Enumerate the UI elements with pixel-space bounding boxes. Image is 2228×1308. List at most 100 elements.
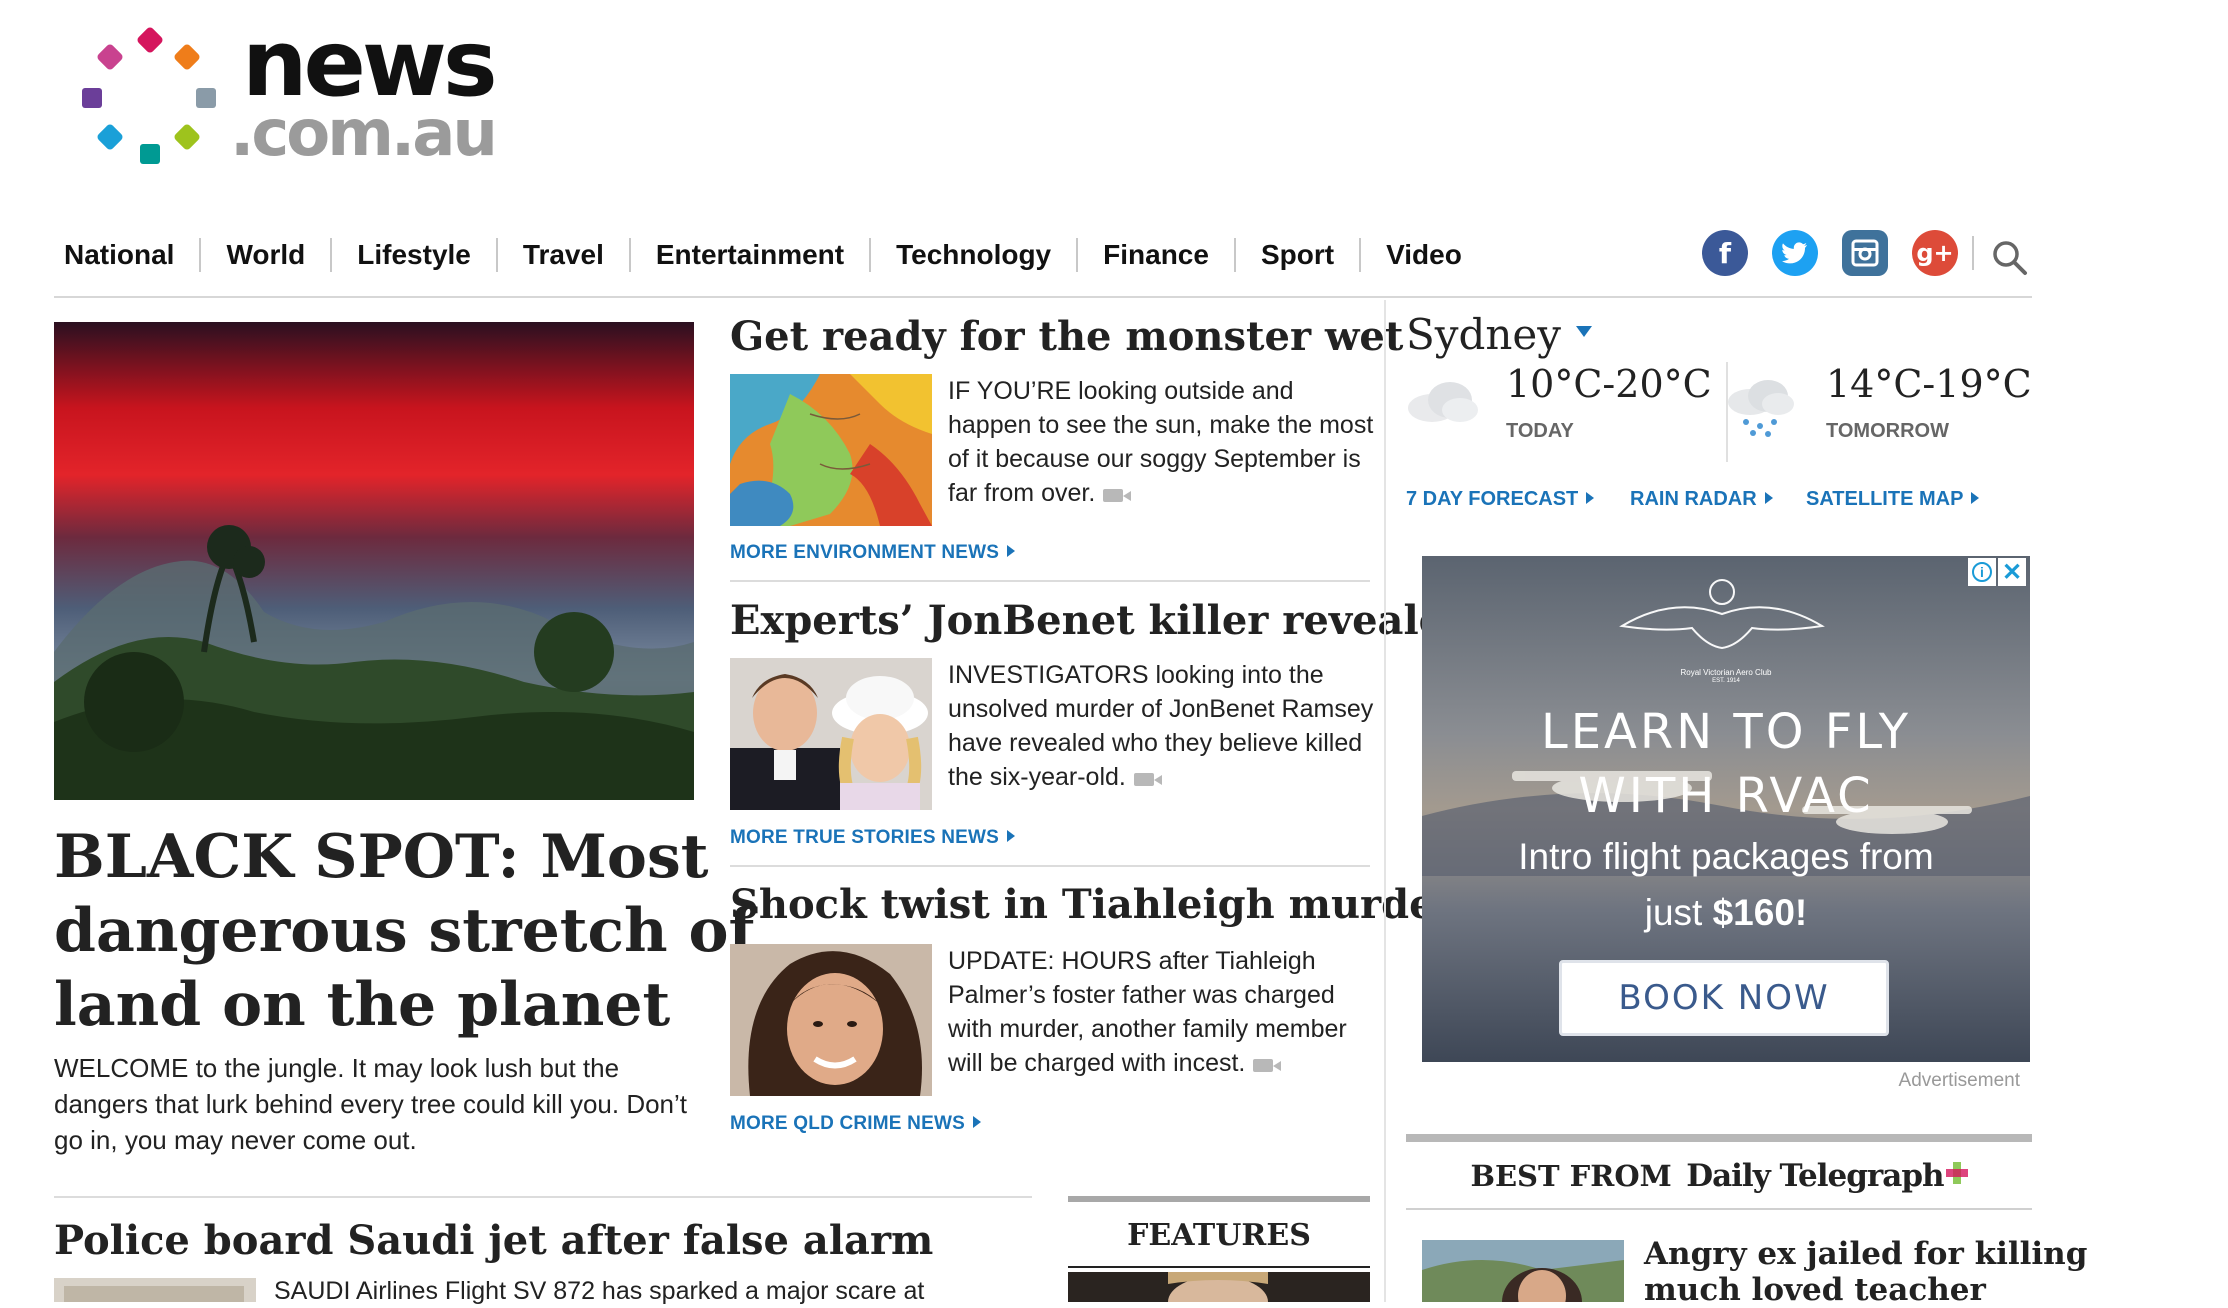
seven-day-forecast-link[interactable]: 7 DAY FORECAST bbox=[1406, 488, 1595, 511]
ad-info-icon[interactable]: i bbox=[1968, 558, 1996, 586]
more-link-label: MORE ENVIRONMENT NEWS bbox=[730, 542, 1000, 563]
story-summary: IF YOU’RE looking outside and happen to … bbox=[948, 374, 1378, 510]
nav-item-national[interactable]: National bbox=[54, 238, 199, 272]
feature-thumbnail[interactable] bbox=[1068, 1272, 1370, 1302]
ad-headline-line1: LEARN TO FLY bbox=[1540, 704, 1912, 760]
ad-club-name: Royal Victorian Aero Club bbox=[1680, 668, 1772, 677]
features-rule bbox=[1068, 1266, 1370, 1268]
best-from-story-headline[interactable]: Angry ex jailed for killing much loved t… bbox=[1644, 1236, 2087, 1308]
logo-domain: .com.au bbox=[230, 97, 498, 171]
facebook-icon[interactable]: f bbox=[1702, 230, 1748, 276]
chevron-right-icon bbox=[1586, 492, 1595, 504]
nav-item-sport[interactable]: Sport bbox=[1233, 238, 1359, 272]
best-from-rule bbox=[1406, 1208, 2032, 1210]
video-camera-icon bbox=[1103, 489, 1132, 502]
cloud-icon bbox=[1406, 378, 1480, 424]
ad-price: $160! bbox=[1712, 892, 1808, 933]
story-divider bbox=[730, 580, 1370, 582]
best-from-top-rule bbox=[1406, 1134, 2032, 1142]
instagram-icon[interactable] bbox=[1842, 230, 1888, 276]
story-headline[interactable]: Experts’ JonBenet killer revealed bbox=[730, 598, 1472, 644]
story-headline[interactable]: Police board Saudi jet after false alarm bbox=[54, 1218, 933, 1264]
telegraph-cross-icon bbox=[1945, 1162, 1968, 1184]
weather-today-temp: 10°C-20°C bbox=[1506, 362, 1712, 406]
column-divider bbox=[1384, 300, 1386, 1302]
ad-close-icon[interactable]: ✕ bbox=[1998, 558, 2026, 586]
story-thumbnail[interactable] bbox=[730, 658, 932, 810]
satellite-map-link[interactable]: SATELLITE MAP bbox=[1806, 488, 1980, 511]
book-now-button[interactable]: BOOK NOW bbox=[1559, 960, 1889, 1036]
lead-headline-line: land on the planet bbox=[54, 970, 671, 1040]
link-label: SATELLITE MAP bbox=[1806, 488, 1964, 510]
chevron-right-icon bbox=[1971, 492, 1980, 504]
nav-item-lifestyle[interactable]: Lifestyle bbox=[330, 238, 496, 272]
lead-story-image[interactable] bbox=[54, 322, 694, 800]
video-camera-icon bbox=[1133, 773, 1162, 786]
story-divider bbox=[730, 865, 1370, 867]
story-summary-text: IF YOU’RE looking outside and happen to … bbox=[948, 377, 1374, 507]
daily-telegraph-logo: Daily Telegraph bbox=[1686, 1158, 1944, 1194]
more-qld-crime-news-link[interactable]: MORE QLD CRIME NEWS bbox=[730, 1113, 981, 1135]
best-from-heading: BEST FROM Daily Telegraph bbox=[1406, 1158, 2032, 1194]
advertisement-banner[interactable]: Royal Victorian Aero Club EST. 1914 LEAR… bbox=[1422, 556, 2030, 1062]
weather-city: Sydney bbox=[1406, 310, 1562, 359]
weather-city-selector[interactable]: Sydney bbox=[1406, 310, 1593, 359]
nav-item-technology[interactable]: Technology bbox=[869, 238, 1076, 272]
headline-line: much loved teacher bbox=[1644, 1272, 1986, 1308]
nav-item-travel[interactable]: Travel bbox=[495, 238, 629, 272]
weather-tomorrow-label: TOMORROW bbox=[1826, 420, 1949, 442]
ad-subline: Intro flight packages from bbox=[1518, 836, 1934, 877]
rain-cloud-icon bbox=[1726, 378, 1796, 438]
chevron-right-icon bbox=[1007, 830, 1016, 842]
nav-item-video[interactable]: Video bbox=[1359, 238, 1487, 272]
chevron-right-icon bbox=[972, 1116, 981, 1128]
features-heading: FEATURES bbox=[1127, 1218, 1311, 1253]
nav-item-world[interactable]: World bbox=[199, 238, 330, 272]
headline-line: Angry ex jailed for killing bbox=[1644, 1236, 2088, 1272]
story-summary-text: INVESTIGATORS looking into the unsolved … bbox=[948, 661, 1374, 791]
lead-headline-line: dangerous stretch of bbox=[54, 896, 755, 966]
nav-item-entertainment[interactable]: Entertainment bbox=[628, 238, 869, 272]
divider bbox=[1972, 236, 1974, 270]
story-headline[interactable]: Get ready for the monster wet bbox=[730, 314, 1403, 360]
advertisement-label: Advertisement bbox=[1898, 1070, 2020, 1091]
search-icon[interactable] bbox=[1990, 238, 2030, 278]
weather-tomorrow-temp: 14°C-19°C bbox=[1826, 362, 2032, 406]
more-true-stories-news-link[interactable]: MORE TRUE STORIES NEWS bbox=[730, 827, 1016, 849]
lead-headline-line: BLACK SPOT: Most bbox=[54, 822, 709, 892]
lead-story-summary: WELCOME to the jungle. It may look lush … bbox=[54, 1053, 688, 1155]
more-environment-news-link[interactable]: MORE ENVIRONMENT NEWS bbox=[730, 542, 1016, 564]
story-thumbnail[interactable] bbox=[730, 944, 932, 1096]
more-link-label: MORE QLD CRIME NEWS bbox=[730, 1113, 965, 1134]
googleplus-icon[interactable]: g+ bbox=[1912, 230, 1958, 276]
ad-price-prefix: just bbox=[1644, 892, 1713, 933]
more-link-label: MORE TRUE STORIES NEWS bbox=[730, 827, 1000, 848]
nav-divider bbox=[54, 296, 2032, 298]
features-top-rule bbox=[1068, 1196, 1370, 1202]
ad-price-line: just $160! bbox=[1422, 892, 2030, 934]
ad-club-est: EST. 1914 bbox=[1712, 678, 1740, 684]
story-headline[interactable]: Shock twist in Tiahleigh murder bbox=[730, 882, 1456, 928]
link-label: RAIN RADAR bbox=[1630, 488, 1757, 510]
best-from-thumbnail[interactable] bbox=[1422, 1240, 1624, 1302]
chevron-down-icon bbox=[1576, 326, 1593, 337]
chevron-right-icon bbox=[1007, 545, 1016, 557]
story-summary: INVESTIGATORS looking into the unsolved … bbox=[948, 658, 1378, 794]
section-divider bbox=[54, 1196, 1032, 1198]
chevron-right-icon bbox=[1764, 492, 1773, 504]
story-thumbnail[interactable] bbox=[730, 374, 932, 526]
best-from-label: BEST FROM bbox=[1470, 1159, 1672, 1193]
weather-today-label: TODAY bbox=[1506, 420, 1574, 442]
ad-headline-line2: WITH RVAC bbox=[1578, 768, 1874, 824]
rain-radar-link[interactable]: RAIN RADAR bbox=[1630, 488, 1773, 511]
main-nav: National World Lifestyle Travel Entertai… bbox=[54, 232, 1487, 278]
nav-item-finance[interactable]: Finance bbox=[1076, 238, 1234, 272]
video-camera-icon bbox=[1253, 1059, 1282, 1072]
twitter-icon[interactable] bbox=[1772, 230, 1818, 276]
link-label: 7 DAY FORECAST bbox=[1406, 488, 1579, 510]
story-summary-text: UPDATE: HOURS after Tiahleigh Palmer’s f… bbox=[948, 947, 1347, 1077]
story-summary: UPDATE: HOURS after Tiahleigh Palmer’s f… bbox=[948, 944, 1378, 1080]
story-summary: SAUDI Airlines Flight SV 872 has sparked… bbox=[274, 1277, 925, 1305]
lead-story-headline[interactable]: BLACK SPOT: Most dangerous stretch of la… bbox=[54, 820, 754, 1042]
story-thumbnail[interactable] bbox=[54, 1278, 256, 1302]
